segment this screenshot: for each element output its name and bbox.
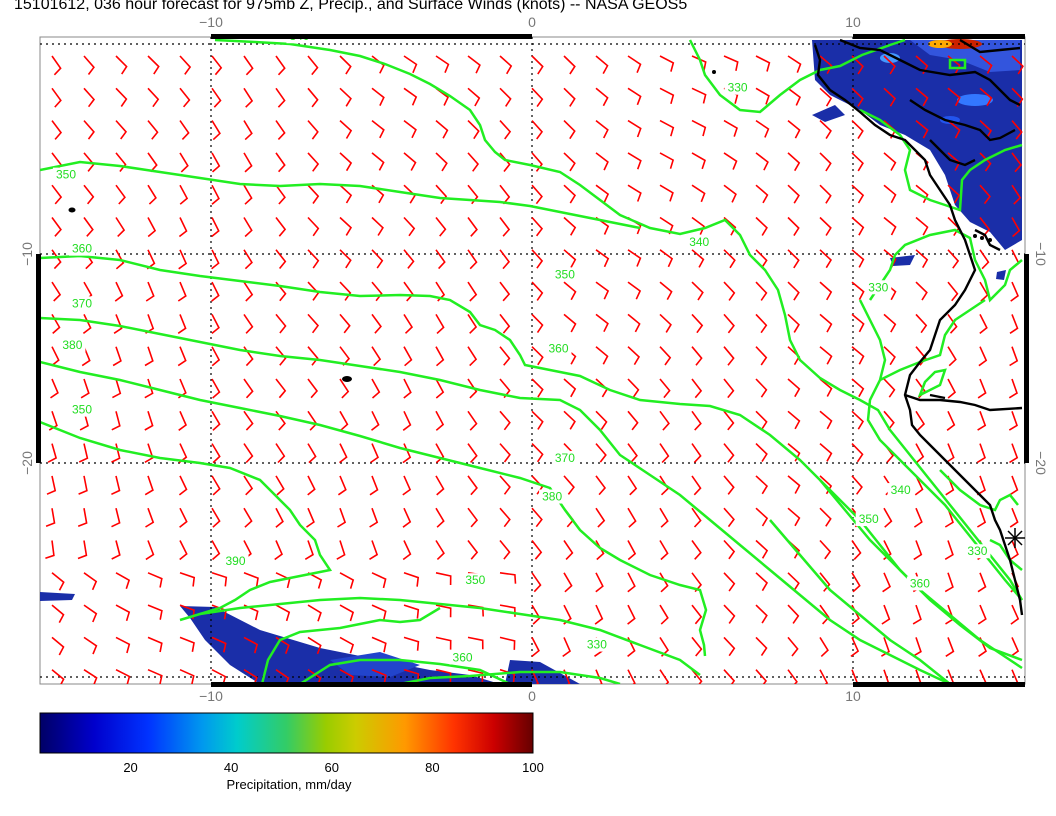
lon-label-top-w10: −10 (199, 14, 223, 30)
colorbar-tick-label: 100 (522, 760, 544, 775)
colorbar (39, 712, 534, 754)
colorbar-tick-label: 60 (325, 760, 339, 775)
contour-label: 360 (910, 576, 930, 590)
contour-label: 380 (542, 490, 562, 504)
station-marker-icon (1005, 528, 1025, 548)
contour-label: 360 (548, 341, 568, 355)
contour-label: 330 (728, 81, 748, 95)
colorbar-label: Precipitation, mm/day (227, 777, 352, 792)
colorbar-tick-label: 40 (224, 760, 238, 775)
contour-label: 340 (891, 483, 911, 497)
contour-label: 360 (453, 650, 473, 664)
lat-label-right-s20: −20 (1033, 451, 1049, 475)
contour-label: 350 (56, 168, 76, 182)
colorbar-tick-label: 20 (123, 760, 137, 775)
colorbar-ticks: 20 40 60 80 100 (123, 760, 544, 775)
lon-label-top-0: 0 (528, 14, 536, 30)
lat-label-left-s10: −10 (19, 242, 35, 266)
contour-label: 330 (587, 638, 607, 652)
lat-label-right-s10: −10 (1033, 242, 1049, 266)
contour-label: 350 (859, 512, 879, 526)
contour-label: 370 (72, 296, 92, 310)
contour-label: 340 (689, 235, 709, 249)
lon-label-bottom-w10: −10 (199, 688, 223, 704)
contour-label: 390 (225, 554, 245, 568)
contour-label: 380 (62, 338, 82, 352)
colorbar-tick-label: 80 (425, 760, 439, 775)
contour-label: 370 (555, 451, 575, 465)
contour-label: 350 (72, 403, 92, 417)
contour-label: 350 (465, 573, 485, 587)
contour-label: 360 (72, 242, 92, 256)
lon-label-top-e10: 10 (845, 14, 861, 30)
contour-label: 330 (868, 280, 888, 294)
lon-label-bottom-0: 0 (528, 688, 536, 704)
forecast-map: 340 330 350 340 360 350 330 370 380 360 350 370 380 3… (19, 14, 1049, 792)
contour-label: 350 (555, 267, 575, 281)
contour-label: 330 (967, 544, 987, 558)
lat-label-left-s20: −20 (19, 451, 35, 475)
lon-label-bottom-e10: 10 (845, 688, 861, 704)
